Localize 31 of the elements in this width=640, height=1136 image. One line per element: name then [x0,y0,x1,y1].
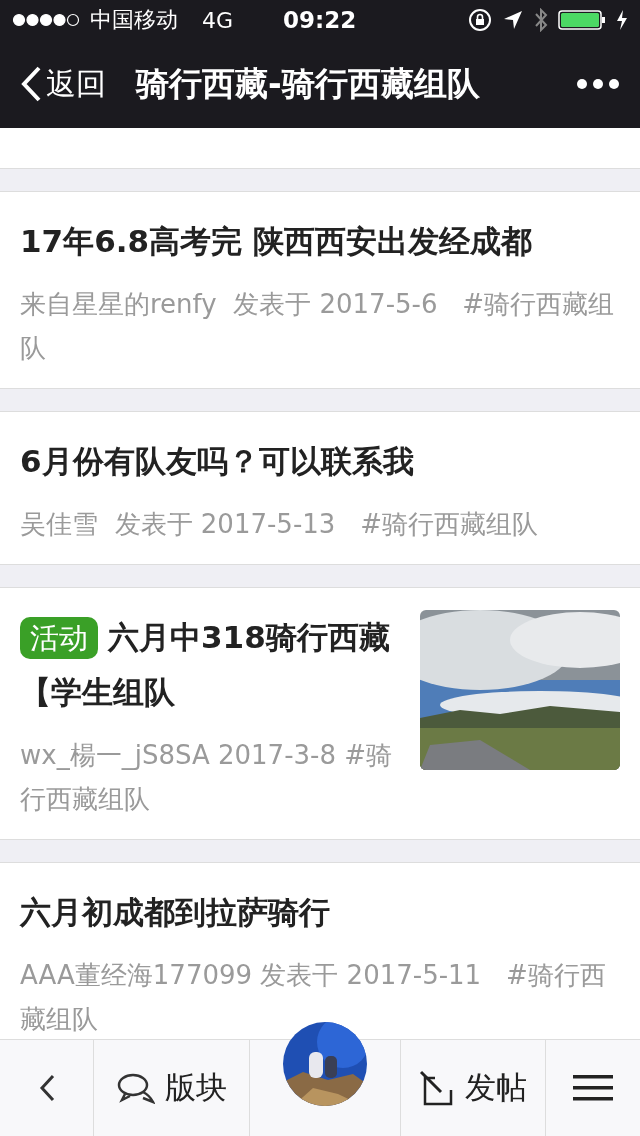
post-card[interactable]: 6月份有队友吗？可以联系我 吴佳雪 发表于 2017-5-13 #骑行西藏组队 [0,411,640,565]
more-icon[interactable] [576,78,620,90]
post-meta: AAA董经海177099 发表干 2017-5-11 #骑行西藏组队 [20,959,607,1036]
chevron-left-icon [38,1074,55,1102]
carrier-name: 中国移动 [90,6,178,34]
location-arrow-icon [502,9,524,31]
activity-badge: 活动 [20,617,98,659]
page-title: 骑行西藏-骑行西藏组队 [136,62,480,105]
battery-icon [558,9,606,31]
post-title: 活动 六月中318骑行西藏【学生组队 [20,616,391,712]
chevron-left-icon [20,65,42,103]
post-meta: wx_楊一_jS8SA 2017-3-8 #骑行西藏组队 [20,739,394,816]
post-meta: 来自星星的renfy 发表于 2017-5-6 #骑行西藏组队 [20,288,616,365]
network-type: 4G [202,7,234,33]
clock: 09:22 [283,7,357,33]
bluetooth-icon [534,8,548,32]
charging-icon [616,9,628,31]
back-button[interactable]: 返回 [20,63,106,105]
post-title: 17年6.8高考完 陕西西安出发经成都 [20,222,533,261]
rotation-lock-icon [468,8,492,32]
post-card[interactable]: 六月初成都到拉萨骑行 AAA董经海177099 发表干 2017-5-11 #骑行西藏组队 [0,862,640,1039]
boards-tab[interactable]: 版块 [94,1040,250,1136]
post-title: 六月初成都到拉萨骑行 [20,893,331,932]
signal-icon [12,13,80,27]
new-post-tab[interactable]: 发帖 [401,1040,547,1136]
post-card[interactable]: 17年6.8高考完 陕西西安出发经成都 来自星星的renfy 发表于 2017-5-6 #骑行西藏组队 [0,191,640,389]
menu-icon [573,1074,613,1102]
post-meta: 吴佳雪 发表于 2017-5-13 #骑行西藏组队 [20,508,539,541]
chat-bubble-icon [116,1072,155,1104]
post-title: 6月份有队友吗？可以联系我 [20,442,415,481]
post-card[interactable]: 活动 六月中318骑行西藏【学生组队 wx_楊一_jS8SA 2017-3-8 #骑行西藏组队 [0,587,640,840]
